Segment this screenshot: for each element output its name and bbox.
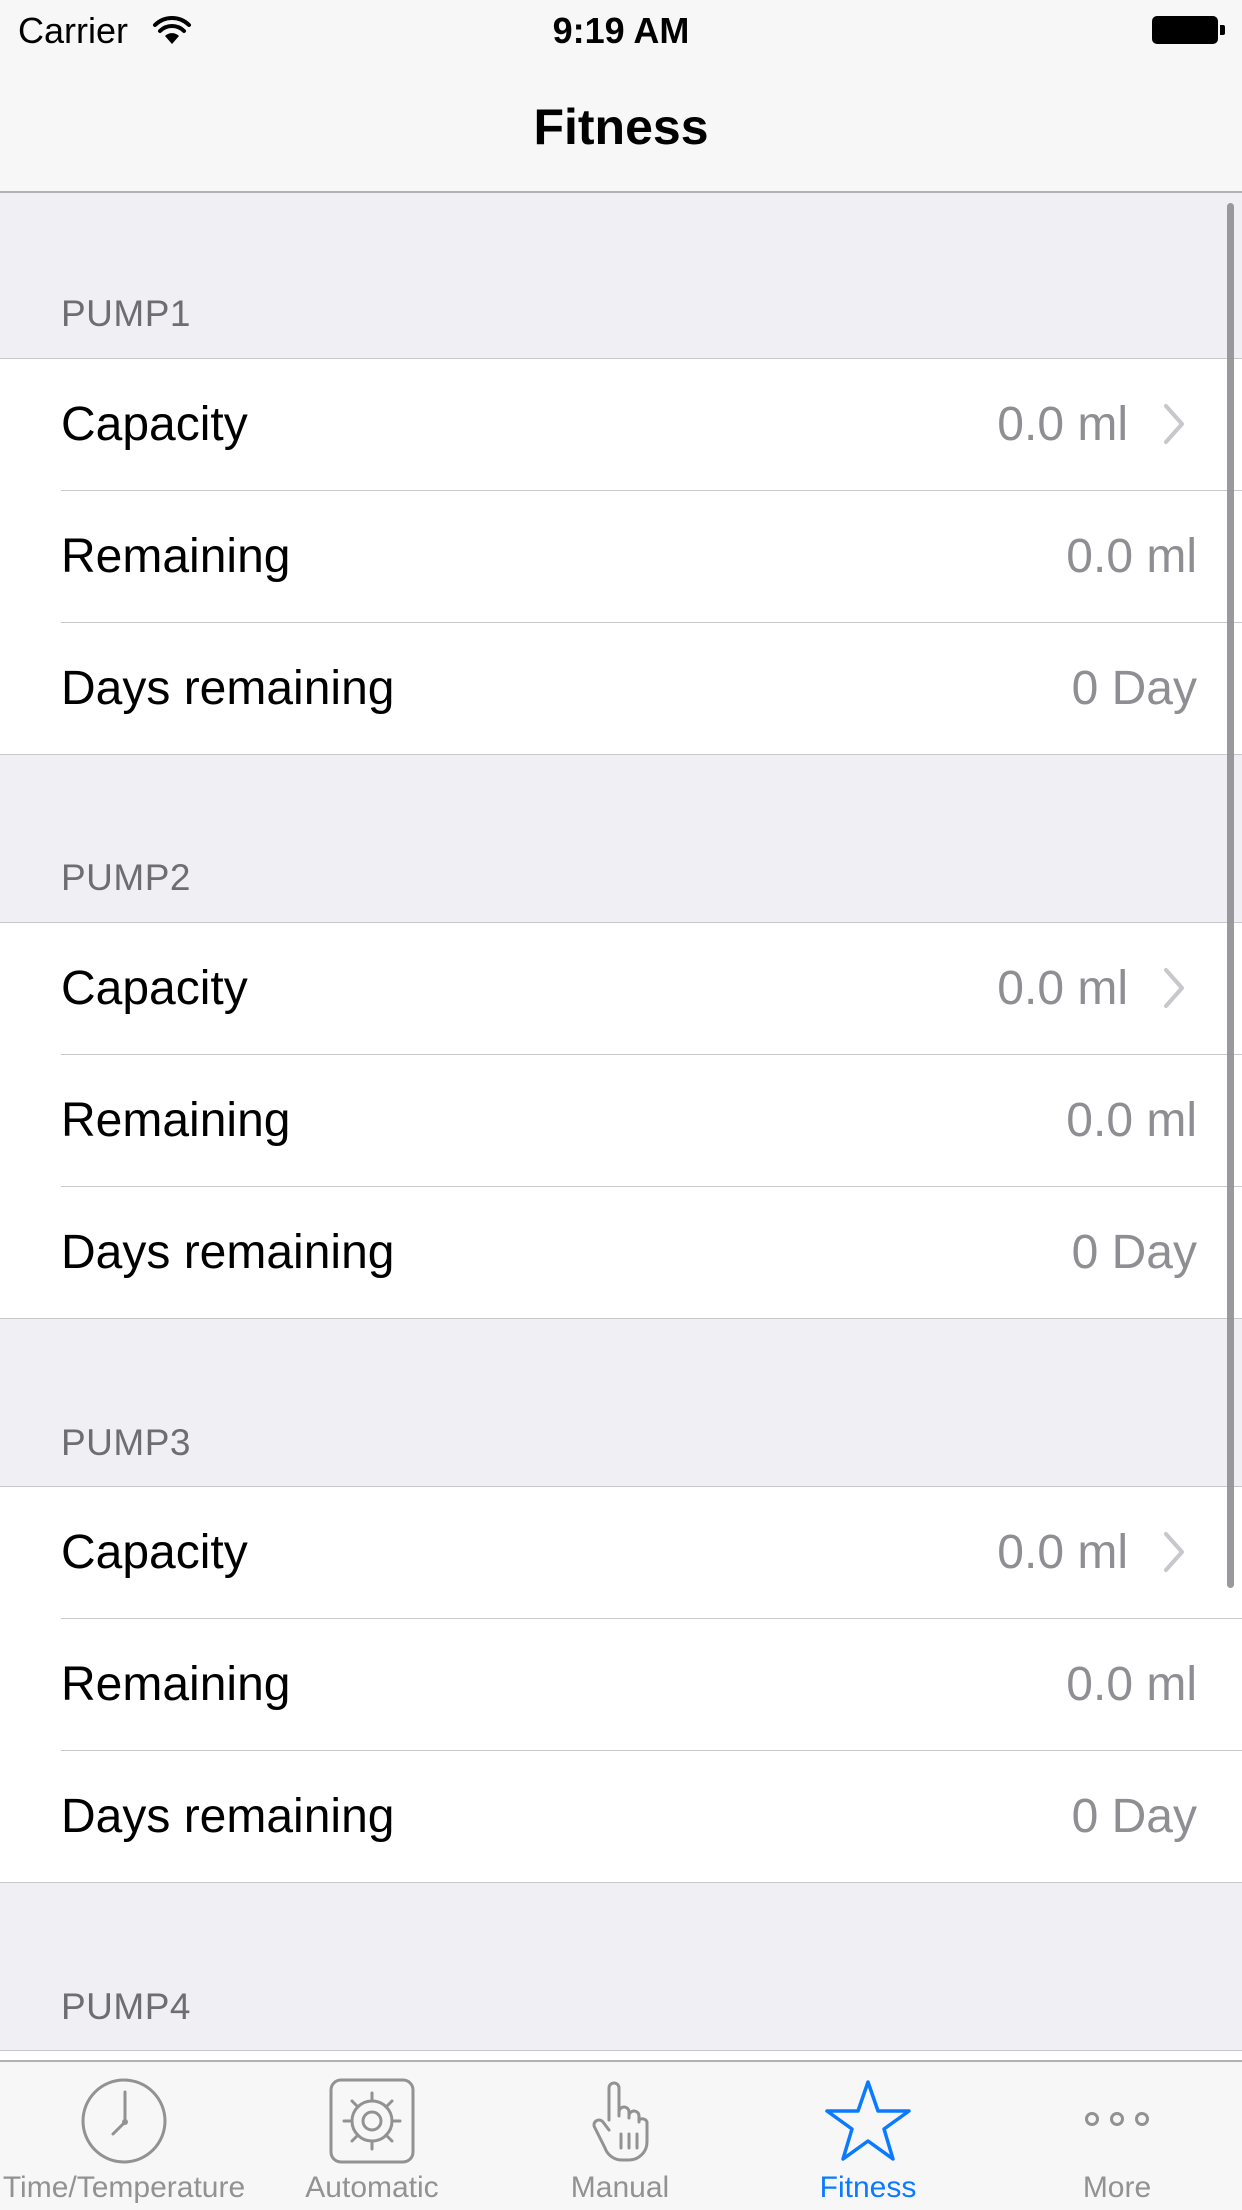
row-value: 0 Day xyxy=(1071,662,1197,715)
tab-time-temperature[interactable]: Time/Temperature xyxy=(0,2062,248,2210)
chevron-right-icon xyxy=(1164,968,1184,1008)
scroll-indicator[interactable] xyxy=(1227,203,1234,1588)
tab-bar: Time/Temperature Automatic Manual Fitnes… xyxy=(0,2060,1242,2210)
section-group-pump1: Capacity 0.0 ml Remaining 0.0 ml Days re… xyxy=(0,358,1242,755)
tab-label: More xyxy=(1082,2171,1152,2204)
tab-label: Manual xyxy=(570,2171,670,2204)
chevron-right-icon xyxy=(1164,404,1184,444)
row-value: 0.0 ml xyxy=(1066,530,1197,583)
row-label: Remaining xyxy=(61,1658,291,1711)
status-bar: Carrier 9:19 AM xyxy=(0,0,1242,62)
battery-icon xyxy=(1152,16,1226,44)
tab-more[interactable]: More xyxy=(992,2062,1242,2210)
gear-icon xyxy=(329,2078,415,2164)
capacity-row[interactable]: Capacity 0.0 ml xyxy=(61,359,1242,491)
days-remaining-row: Days remaining 0 Day xyxy=(61,623,1242,754)
section-header-pump3: PUMP3 xyxy=(61,1422,191,1463)
days-remaining-row: Days remaining 0 Day xyxy=(61,1751,1242,1882)
capacity-row[interactable]: Capacity 0.0 ml xyxy=(61,1487,1242,1619)
remaining-row: Remaining 0.0 ml xyxy=(61,1619,1242,1751)
row-label: Days remaining xyxy=(61,662,395,715)
star-icon xyxy=(825,2080,911,2161)
clock-icon xyxy=(81,2078,167,2164)
row-label: Capacity xyxy=(61,1526,248,1579)
navigation-bar: Fitness xyxy=(0,62,1242,193)
section-header-pump1: PUMP1 xyxy=(61,293,191,334)
row-label: Remaining xyxy=(61,530,291,583)
tab-label: Fitness xyxy=(819,2171,917,2204)
row-value: 0.0 ml xyxy=(997,962,1128,1015)
row-value: 0.0 ml xyxy=(997,1526,1128,1579)
section-header-pump4: PUMP4 xyxy=(61,1986,191,2027)
remaining-row: Remaining 0.0 ml xyxy=(61,491,1242,623)
tab-manual[interactable]: Manual xyxy=(496,2062,744,2210)
row-value: 0 Day xyxy=(1071,1790,1197,1843)
section-group-pump3: Capacity 0.0 ml Remaining 0.0 ml Days re… xyxy=(0,1486,1242,1883)
capacity-row[interactable]: Capacity 0.0 ml xyxy=(61,923,1242,1055)
tab-fitness[interactable]: Fitness xyxy=(744,2062,992,2210)
tab-label: Time/Temperature xyxy=(2,2171,246,2204)
page-title: Fitness xyxy=(533,99,709,155)
remaining-row: Remaining 0.0 ml xyxy=(61,1055,1242,1187)
settings-table[interactable]: PUMP1 Capacity 0.0 ml Remaining 0.0 ml D… xyxy=(0,193,1242,2060)
status-time: 9:19 AM xyxy=(552,10,690,51)
row-label: Remaining xyxy=(61,1094,291,1147)
section-header-pump2: PUMP2 xyxy=(61,857,191,898)
chevron-right-icon xyxy=(1164,1532,1184,1572)
row-label: Capacity xyxy=(61,962,248,1015)
tab-automatic[interactable]: Automatic xyxy=(248,2062,496,2210)
more-icon xyxy=(1085,2112,1149,2126)
row-value: 0.0 ml xyxy=(1066,1658,1197,1711)
row-value: 0 Day xyxy=(1071,1226,1197,1279)
row-value: 0.0 ml xyxy=(997,398,1128,451)
row-label: Capacity xyxy=(61,398,248,451)
row-label: Days remaining xyxy=(61,1790,395,1843)
row-label: Days remaining xyxy=(61,1226,395,1279)
row-value: 0.0 ml xyxy=(1066,1094,1197,1147)
hand-icon xyxy=(592,2081,649,2162)
section-group-pump2: Capacity 0.0 ml Remaining 0.0 ml Days re… xyxy=(0,922,1242,1319)
tab-label: Automatic xyxy=(305,2171,439,2204)
section-group-pump4 xyxy=(0,2050,1242,2060)
days-remaining-row: Days remaining 0 Day xyxy=(61,1187,1242,1318)
